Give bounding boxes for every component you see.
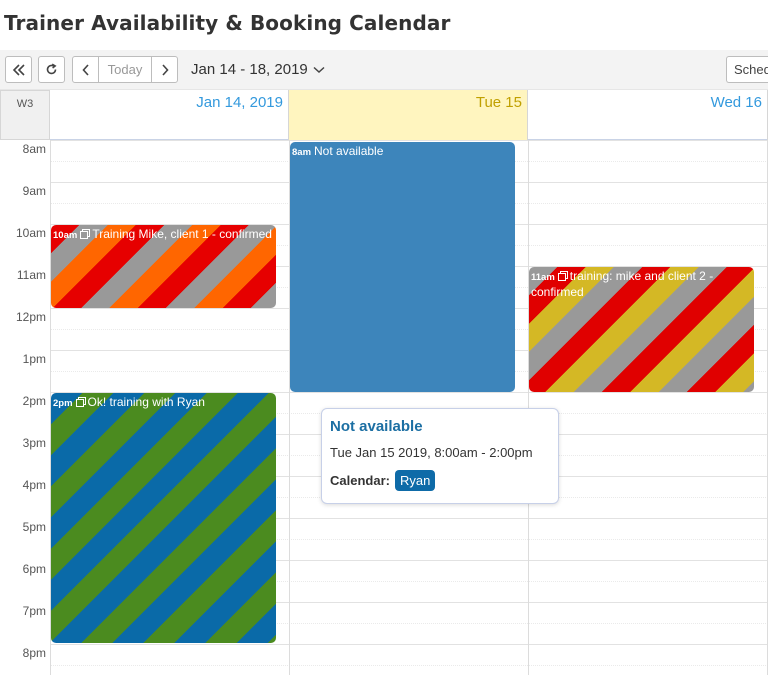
event-training-with-ryan[interactable]: 2pm Ok! training with Ryan: [51, 393, 276, 643]
event-title: Not available: [314, 144, 384, 158]
hour-label: 5pm: [22, 520, 46, 534]
event-title: Ok! training with Ryan: [87, 395, 205, 409]
recurring-icon: [80, 229, 91, 239]
day-header-tue[interactable]: Tue 15: [289, 90, 528, 140]
event-training-mike-client-1[interactable]: 10am Training Mike, client 1 - confirmed: [51, 225, 276, 308]
today-button[interactable]: Today: [98, 56, 152, 83]
hour-label: 11am: [16, 268, 46, 282]
half-hour-line: [50, 665, 768, 666]
hour-label: 8pm: [22, 646, 46, 660]
event-training-mike-client-2[interactable]: 11am training: mike and client 2 - confir…: [529, 267, 754, 392]
popover-calendar-label: Calendar:: [330, 473, 390, 488]
refresh-icon[interactable]: [38, 56, 65, 83]
day-header-mon[interactable]: Jan 14, 2019: [50, 90, 289, 140]
page-title: Trainer Availability & Booking Calendar: [4, 11, 451, 35]
hour-label: 6pm: [22, 562, 46, 576]
chevron-right-icon[interactable]: [151, 56, 178, 83]
hour-label: 4pm: [22, 478, 46, 492]
calendar: W3 Jan 14, 2019 Tue 15 Wed 16 8am 9am 10am…: [0, 90, 768, 675]
week-number: W3: [0, 90, 50, 140]
calendar-chip[interactable]: Ryan: [394, 470, 436, 491]
hour-label: 3pm: [22, 436, 46, 450]
event-time: 8am: [292, 147, 312, 158]
calendar-header: W3 Jan 14, 2019 Tue 15 Wed 16: [0, 90, 768, 140]
toolbar: Today Jan 14 - 18, 2019 Schedule: [0, 50, 768, 90]
event-not-available[interactable]: 8am Not available: [290, 142, 515, 392]
hour-line: [50, 140, 768, 141]
hour-label: 1pm: [22, 352, 46, 366]
double-chevron-left-icon[interactable]: [5, 56, 32, 83]
popover-calendar: Calendar: Ryan: [330, 470, 550, 491]
popover-title: Not available: [330, 418, 423, 435]
hour-label: 12pm: [15, 310, 46, 324]
chevron-down-icon: [313, 66, 325, 73]
hour-label: 7pm: [22, 604, 46, 618]
hour-label: 10am: [15, 226, 46, 240]
recurring-icon: [557, 271, 568, 281]
view-schedule-button[interactable]: Schedule: [726, 56, 768, 83]
date-range-label: Jan 14 - 18, 2019: [191, 61, 308, 78]
recurring-icon: [75, 397, 86, 407]
hour-label: 2pm: [22, 394, 46, 408]
hour-label: 8am: [22, 142, 46, 156]
hour-label: 9am: [22, 184, 46, 198]
event-time: 10am: [53, 230, 78, 241]
time-grid[interactable]: 8am 9am 10am 11am 12pm 1pm 2pm 3pm 4pm 5pm 6pm 7pm 8…: [0, 140, 768, 675]
hour-line: [50, 644, 768, 645]
event-time: 2pm: [53, 398, 73, 409]
event-title: Training Mike, client 1 - confirmed: [92, 227, 272, 241]
date-range-picker[interactable]: Jan 14 - 18, 2019: [191, 61, 325, 78]
popover-time: Tue Jan 15 2019, 8:00am - 2:00pm: [330, 445, 533, 460]
day-header-wed[interactable]: Wed 16: [528, 90, 768, 140]
chevron-left-icon[interactable]: [72, 56, 99, 83]
event-time: 11am: [531, 272, 555, 283]
event-popover[interactable]: Not available Tue Jan 15 2019, 8:00am - …: [321, 408, 559, 504]
